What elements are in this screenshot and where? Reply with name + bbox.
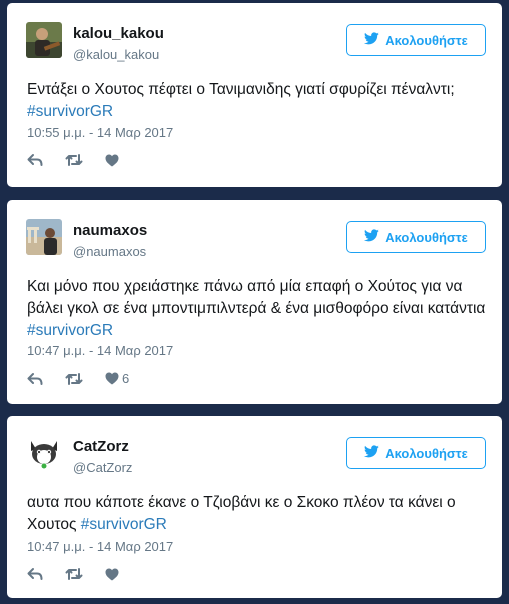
like-icon[interactable]: 6 (105, 371, 129, 386)
user-name[interactable]: naumaxos (73, 222, 147, 239)
avatar[interactable] (26, 22, 62, 58)
twitter-bird-icon (364, 445, 379, 461)
twitter-bird-icon (364, 229, 379, 245)
tweet-text: αυτα που κάποτε έκανε ο Τζιοβάνι κε ο Σκ… (27, 492, 488, 536)
user-handle[interactable]: @kalou_kakou (73, 47, 159, 62)
tweet-body: Και μόνο που χρειάστηκε πάνω από μία επα… (27, 278, 486, 317)
tweet-actions (27, 567, 144, 581)
like-count: 6 (122, 371, 130, 386)
avatar[interactable] (26, 435, 62, 471)
user-handle[interactable]: @CatZorz (73, 460, 132, 475)
user-name[interactable]: CatZorz (73, 438, 129, 455)
retweet-icon[interactable] (65, 372, 83, 386)
follow-label: Ακολουθήστε (385, 445, 468, 461)
tweet-feed: kalou_kakou @kalou_kakou Ακολουθήστε Εντ… (0, 0, 509, 604)
follow-button[interactable]: Ακολουθήστε (346, 221, 486, 253)
timestamp[interactable]: 10:47 μ.μ. - 14 Μαρ 2017 (27, 539, 173, 554)
follow-button[interactable]: Ακολουθήστε (346, 24, 486, 56)
like-icon[interactable] (105, 568, 122, 581)
tweet-card: kalou_kakou @kalou_kakou Ακολουθήστε Εντ… (7, 3, 502, 187)
reply-icon[interactable] (27, 372, 43, 386)
like-icon[interactable] (105, 154, 122, 167)
reply-icon[interactable] (27, 153, 43, 167)
follow-button[interactable]: Ακολουθήστε (346, 437, 486, 469)
tweet-card: CatZorz @CatZorz Ακολουθήστε αυτα που κά… (7, 416, 502, 598)
follow-label: Ακολουθήστε (385, 32, 468, 48)
tweet-text: Και μόνο που χρειάστηκε πάνω από μία επα… (27, 276, 488, 342)
reply-icon[interactable] (27, 567, 43, 581)
timestamp[interactable]: 10:47 μ.μ. - 14 Μαρ 2017 (27, 343, 173, 358)
tweet-actions (27, 153, 144, 167)
hashtag-link[interactable]: #survivorGR (27, 322, 113, 339)
retweet-icon[interactable] (65, 567, 83, 581)
timestamp[interactable]: 10:55 μ.μ. - 14 Μαρ 2017 (27, 125, 173, 140)
user-handle[interactable]: @naumaxos (73, 244, 146, 259)
follow-label: Ακολουθήστε (385, 229, 468, 245)
user-name[interactable]: kalou_kakou (73, 25, 164, 42)
hashtag-link[interactable]: #survivorGR (81, 516, 167, 533)
twitter-bird-icon (364, 32, 379, 48)
tweet-card: naumaxos @naumaxos Ακολουθήστε Και μόνο … (7, 200, 502, 404)
avatar[interactable] (26, 219, 62, 255)
retweet-icon[interactable] (65, 153, 83, 167)
tweet-actions: 6 (27, 371, 151, 386)
tweet-body: Εντάξει ο Χουτος πέφτει ο Τανιμανιδης γι… (27, 81, 455, 98)
tweet-text: Εντάξει ο Χουτος πέφτει ο Τανιμανιδης γι… (27, 79, 488, 123)
hashtag-link[interactable]: #survivorGR (27, 103, 113, 120)
